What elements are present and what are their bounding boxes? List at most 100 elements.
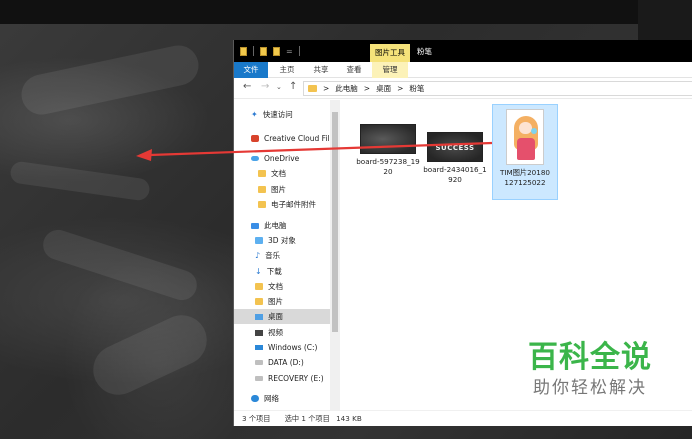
nav-item-recovery-e[interactable]: RECOVERY (E:) [234, 371, 332, 386]
customize-toolbar-icon[interactable]: = [286, 47, 293, 56]
nav-item-onedrive-pictures[interactable]: 图片 [234, 182, 332, 197]
navigation-scrollbar[interactable] [330, 100, 340, 410]
nav-item-label: 图片 [268, 297, 283, 306]
back-arrow-icon[interactable]: ← [243, 81, 251, 92]
onedrive-icon [251, 156, 259, 161]
nav-item-label: Creative Cloud Files [264, 134, 332, 143]
chalkboard-image-icon [360, 124, 416, 154]
title-bar: = 图片工具 粉笔 [234, 40, 692, 62]
nav-item-label: 此电脑 [264, 221, 287, 230]
folder-icon[interactable] [240, 46, 247, 56]
nav-item-data-d[interactable]: DATA (D:) [234, 355, 332, 370]
chalk-smudge [85, 306, 215, 404]
tab-share[interactable]: 共享 [304, 62, 338, 78]
nav-item-this-pc[interactable]: 此电脑 [234, 218, 332, 233]
nav-item-quick-access[interactable]: ✦ 快速访问 [234, 107, 332, 122]
nav-item-videos[interactable]: 视频 [234, 325, 332, 340]
thumbnail-accent [531, 128, 537, 134]
breadcrumb-separator: > [363, 84, 371, 93]
documents-icon [255, 283, 263, 290]
folder-icon [308, 85, 317, 92]
breadcrumb-this-pc[interactable]: 此电脑 [335, 83, 358, 94]
nav-item-label: 音乐 [265, 251, 281, 260]
videos-icon [255, 329, 263, 336]
tab-manage[interactable]: 管理 [372, 62, 408, 78]
breadcrumb-chalk[interactable]: 粉笔 [409, 83, 424, 94]
nav-item-label: RECOVERY (E:) [268, 374, 324, 383]
scrollbar-thumb[interactable] [332, 112, 338, 332]
nav-item-label: Windows (C:) [268, 343, 318, 352]
watermark-subtitle: 助你轻松解决 [533, 378, 647, 398]
network-icon [251, 395, 259, 402]
nav-item-onedrive-documents[interactable]: 文档 [234, 166, 332, 181]
nav-item-onedrive[interactable]: OneDrive [234, 151, 332, 166]
folder-icon [258, 170, 266, 177]
nav-item-music[interactable]: ♪ 音乐 [234, 248, 332, 263]
nav-item-email-attachments[interactable]: 电子邮件附件 [234, 197, 332, 212]
nav-item-label: 文档 [271, 169, 286, 178]
nav-item-pictures[interactable]: 图片 [234, 294, 332, 309]
breadcrumb-desktop[interactable]: 桌面 [376, 83, 391, 94]
nav-item-label: 3D 对象 [268, 236, 296, 245]
nav-item-label: 网络 [264, 394, 279, 403]
file-item-tim-image[interactable]: TIM图片20180127125022 [492, 104, 558, 200]
pictures-icon [255, 298, 263, 305]
thumbnail-dress [517, 138, 535, 160]
address-path-box[interactable]: > 此电脑 > 桌面 > 粉笔 [303, 81, 692, 96]
3d-objects-icon [255, 237, 263, 244]
recent-locations-chevron-icon[interactable]: ⌄ [276, 83, 282, 91]
file-name: TIM图片20180127125022 [500, 168, 550, 187]
thumbnail-face [519, 122, 532, 134]
selection-count: 选中 1 个项目 [284, 414, 330, 423]
file-item-board-597238[interactable]: board-597238_1920 [355, 124, 421, 177]
creative-cloud-icon [251, 135, 259, 142]
drive-icon [255, 360, 263, 365]
breadcrumb-separator: > [323, 84, 330, 93]
up-arrow-icon[interactable]: ↑ [289, 81, 297, 92]
nav-item-label: DATA (D:) [268, 358, 304, 367]
nav-item-documents[interactable]: 文档 [234, 279, 332, 294]
new-folder-icon[interactable] [273, 46, 280, 56]
toolbar-divider [253, 46, 254, 56]
properties-icon[interactable] [260, 46, 267, 56]
ribbon-tabs: 文件 主页 共享 查看 管理 [234, 62, 692, 78]
file-name: board-597238_1920 [356, 157, 420, 176]
pin-icon: ✦ [251, 110, 258, 119]
download-icon: ↓ [255, 267, 262, 276]
music-icon: ♪ [255, 251, 261, 260]
drive-icon [255, 376, 263, 381]
nav-item-desktop[interactable]: 桌面 [234, 309, 332, 324]
navigation-pane: ✦ 快速访问 Creative Cloud Files OneDrive 文档 图… [234, 100, 332, 410]
window-title: 粉笔 [417, 47, 432, 56]
nav-item-label: OneDrive [264, 154, 300, 163]
chalk-smudge [9, 160, 151, 202]
nav-item-label: 电子邮件附件 [271, 200, 316, 209]
toolbar-divider [298, 46, 300, 56]
nav-item-downloads[interactable]: ↓ 下载 [234, 264, 332, 279]
desktop-icon [255, 313, 263, 320]
chalk-smudge [39, 226, 201, 304]
nav-item-network[interactable]: 网络 [234, 391, 332, 406]
windows-drive-icon [255, 345, 263, 350]
nav-item-label: 快速访问 [262, 110, 293, 119]
item-count: 3 个项目 [242, 414, 271, 423]
tab-view[interactable]: 查看 [337, 62, 371, 78]
nav-item-label: 图片 [271, 185, 286, 194]
folder-icon [258, 186, 266, 193]
nav-item-windows-c[interactable]: Windows (C:) [234, 340, 332, 355]
folder-icon [258, 201, 266, 208]
nav-item-creative-cloud[interactable]: Creative Cloud Files [234, 131, 332, 146]
computer-icon [251, 222, 259, 229]
nav-item-3d-objects[interactable]: 3D 对象 [234, 233, 332, 248]
watermark-title: 百科全说 [528, 340, 652, 375]
quick-access-toolbar: = [240, 46, 300, 56]
tab-file[interactable]: 文件 [234, 62, 268, 78]
selection-size: 143 KB [336, 414, 362, 423]
picture-tools-contextual-tab[interactable]: 图片工具 [370, 44, 410, 62]
nav-item-label: 桌面 [268, 312, 283, 321]
file-item-board-2434016[interactable]: SUCCESS board-2434016_1920 [422, 132, 488, 185]
forward-arrow-icon[interactable]: → [261, 81, 269, 92]
tab-home[interactable]: 主页 [270, 62, 304, 78]
baike-watermark: 百科全说 助你轻松解决 [500, 340, 680, 414]
nav-item-label: 文档 [268, 282, 283, 291]
